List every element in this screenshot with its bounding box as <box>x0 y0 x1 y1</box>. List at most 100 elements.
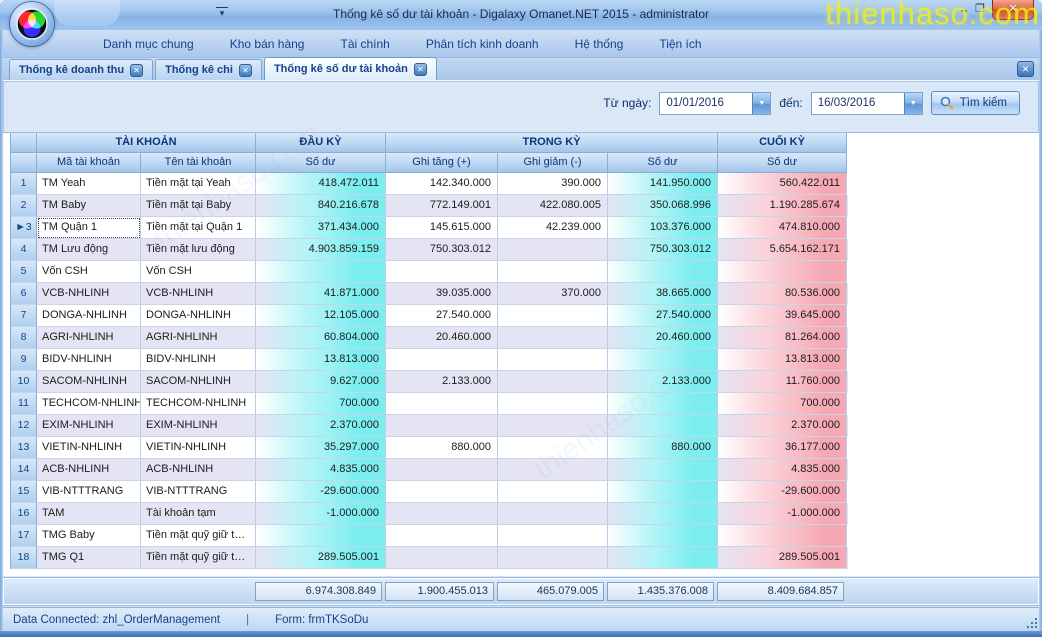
cell-closing-balance[interactable]: 80.536.000 <box>718 283 847 305</box>
cell-opening-balance[interactable] <box>256 261 386 283</box>
cell-opening-balance[interactable]: 2.370.000 <box>256 415 386 437</box>
cell-period-balance[interactable]: 880.000 <box>608 437 718 459</box>
to-date-dropdown-icon[interactable]: ▼ <box>904 93 922 114</box>
table-row[interactable]: 2 TM Baby Tiền mặt tại Baby 840.216.678 … <box>11 195 848 217</box>
menu-item[interactable]: Phân tích kinh doanh <box>408 33 557 55</box>
cell-account-code[interactable]: BIDV-NHLINH <box>37 349 141 371</box>
cell-opening-balance[interactable]: -1.000.000 <box>256 503 386 525</box>
cell-period-balance[interactable] <box>608 415 718 437</box>
table-row[interactable]: 12 EXIM-NHLINH EXIM-NHLINH 2.370.000 2.3… <box>11 415 848 437</box>
menu-item[interactable]: Kho bán hàng <box>212 33 323 55</box>
group-header-closing[interactable]: CUỐI KỲ <box>718 133 847 153</box>
to-date-input[interactable]: 16/03/2016 ▼ <box>811 92 923 115</box>
row-number-cell[interactable]: 6 <box>11 283 37 305</box>
cell-period-balance[interactable] <box>608 393 718 415</box>
cell-increase[interactable]: 772.149.001 <box>386 195 498 217</box>
cell-increase[interactable]: 39.035.000 <box>386 283 498 305</box>
cell-account-code[interactable]: TMG Q1 <box>37 547 141 569</box>
cell-opening-balance[interactable]: 840.216.678 <box>256 195 386 217</box>
cell-decrease[interactable] <box>498 327 608 349</box>
cell-account-name[interactable]: VCB-NHLINH <box>141 283 256 305</box>
row-number-cell[interactable]: 7 <box>11 305 37 327</box>
cell-account-name[interactable]: TECHCOM-NHLINH <box>141 393 256 415</box>
cell-account-code[interactable]: VIETIN-NHLINH <box>37 437 141 459</box>
cell-closing-balance[interactable]: -1.000.000 <box>718 503 847 525</box>
cell-increase[interactable]: 750.303.012 <box>386 239 498 261</box>
row-number-cell[interactable]: 2 <box>11 195 37 217</box>
cell-increase[interactable]: 142.340.000 <box>386 173 498 195</box>
cell-decrease[interactable] <box>498 371 608 393</box>
cell-account-code[interactable]: VCB-NHLINH <box>37 283 141 305</box>
minimize-button[interactable]: – <box>956 0 972 18</box>
cell-closing-balance[interactable]: 36.177.000 <box>718 437 847 459</box>
cell-closing-balance[interactable]: 81.264.000 <box>718 327 847 349</box>
cell-decrease[interactable] <box>498 261 608 283</box>
cell-account-code[interactable]: TM Quận 1 <box>37 217 141 239</box>
table-row[interactable]: 14 ACB-NHLINH ACB-NHLINH 4.835.000 4.835… <box>11 459 848 481</box>
table-row[interactable]: 16 TAM Tài khoản tạm -1.000.000 -1.000.0… <box>11 503 848 525</box>
cell-account-name[interactable]: Vốn CSH <box>141 261 256 283</box>
table-row[interactable]: 5 Vốn CSH Vốn CSH <box>11 261 848 283</box>
menu-item[interactable]: Danh mục chung <box>85 33 212 55</box>
cell-account-name[interactable]: ACB-NHLINH <box>141 459 256 481</box>
cell-period-balance[interactable]: 38.665.000 <box>608 283 718 305</box>
cell-account-name[interactable]: VIB-NTTTRANG <box>141 481 256 503</box>
row-number-cell[interactable]: 8 <box>11 327 37 349</box>
menu-item[interactable]: Tiện ích <box>641 33 719 55</box>
cell-opening-balance[interactable]: 13.813.000 <box>256 349 386 371</box>
maximize-button[interactable]: ❐ <box>972 0 988 18</box>
cell-opening-balance[interactable]: -29.600.000 <box>256 481 386 503</box>
cell-account-code[interactable]: TM Lưu động <box>37 239 141 261</box>
cell-increase[interactable] <box>386 393 498 415</box>
cell-decrease[interactable] <box>498 305 608 327</box>
cell-increase[interactable] <box>386 415 498 437</box>
cell-account-code[interactable]: AGRI-NHLINH <box>37 327 141 349</box>
cell-opening-balance[interactable]: 418.472.011 <box>256 173 386 195</box>
cell-closing-balance[interactable]: 700.000 <box>718 393 847 415</box>
cell-increase[interactable] <box>386 459 498 481</box>
cell-account-name[interactable]: Tài khoản tạm <box>141 503 256 525</box>
cell-closing-balance[interactable]: 4.835.000 <box>718 459 847 481</box>
cell-account-name[interactable]: Tiền mặt quỹ giữ t… <box>141 525 256 547</box>
row-number-cell[interactable]: 17 <box>11 525 37 547</box>
cell-account-code[interactable]: Vốn CSH <box>37 261 141 283</box>
menu-item[interactable]: Tài chính <box>322 33 407 55</box>
tab-close-icon[interactable]: ✕ <box>239 64 252 77</box>
column-header-decrease[interactable]: Ghi giảm (-) <box>498 153 608 173</box>
cell-opening-balance[interactable]: 4.903.859.159 <box>256 239 386 261</box>
cell-closing-balance[interactable]: 2.370.000 <box>718 415 847 437</box>
cell-decrease[interactable] <box>498 437 608 459</box>
cell-period-balance[interactable]: 2.133.000 <box>608 371 718 393</box>
tab-panel-close-button[interactable]: ✕ <box>1017 61 1034 77</box>
cell-increase[interactable] <box>386 503 498 525</box>
tab[interactable]: Thống kê chi ✕ <box>155 59 262 80</box>
cell-decrease[interactable] <box>498 481 608 503</box>
cell-decrease[interactable]: 390.000 <box>498 173 608 195</box>
cell-account-name[interactable]: Tiền mặt tại Baby <box>141 195 256 217</box>
cell-increase[interactable] <box>386 525 498 547</box>
cell-decrease[interactable]: 422.080.005 <box>498 195 608 217</box>
group-header-opening[interactable]: ĐẦU KỲ <box>256 133 386 153</box>
cell-opening-balance[interactable] <box>256 525 386 547</box>
row-number-cell[interactable]: 9 <box>11 349 37 371</box>
table-row[interactable]: 7 DONGA-NHLINH DONGA-NHLINH 12.105.000 2… <box>11 305 848 327</box>
row-number-cell[interactable]: 11 <box>11 393 37 415</box>
cell-decrease[interactable] <box>498 393 608 415</box>
cell-increase[interactable]: 2.133.000 <box>386 371 498 393</box>
cell-period-balance[interactable] <box>608 261 718 283</box>
cell-period-balance[interactable]: 141.950.000 <box>608 173 718 195</box>
cell-opening-balance[interactable]: 12.105.000 <box>256 305 386 327</box>
cell-account-code[interactable]: SACOM-NHLINH <box>37 371 141 393</box>
cell-account-code[interactable]: DONGA-NHLINH <box>37 305 141 327</box>
menu-item[interactable]: Hệ thống <box>557 33 642 55</box>
cell-closing-balance[interactable]: -29.600.000 <box>718 481 847 503</box>
column-header-period-balance[interactable]: Số dư <box>608 153 718 173</box>
tab[interactable]: Thống kê số dư tài khoản ✕ <box>264 57 437 80</box>
cell-account-code[interactable]: TM Baby <box>37 195 141 217</box>
from-date-input[interactable]: 01/01/2016 ▼ <box>659 92 771 115</box>
resize-grip-icon[interactable] <box>1024 615 1037 628</box>
row-number-cell[interactable]: 16 <box>11 503 37 525</box>
tab-close-icon[interactable]: ✕ <box>414 63 427 76</box>
cell-period-balance[interactable] <box>608 481 718 503</box>
row-number-cell[interactable]: ►3 <box>11 217 37 239</box>
